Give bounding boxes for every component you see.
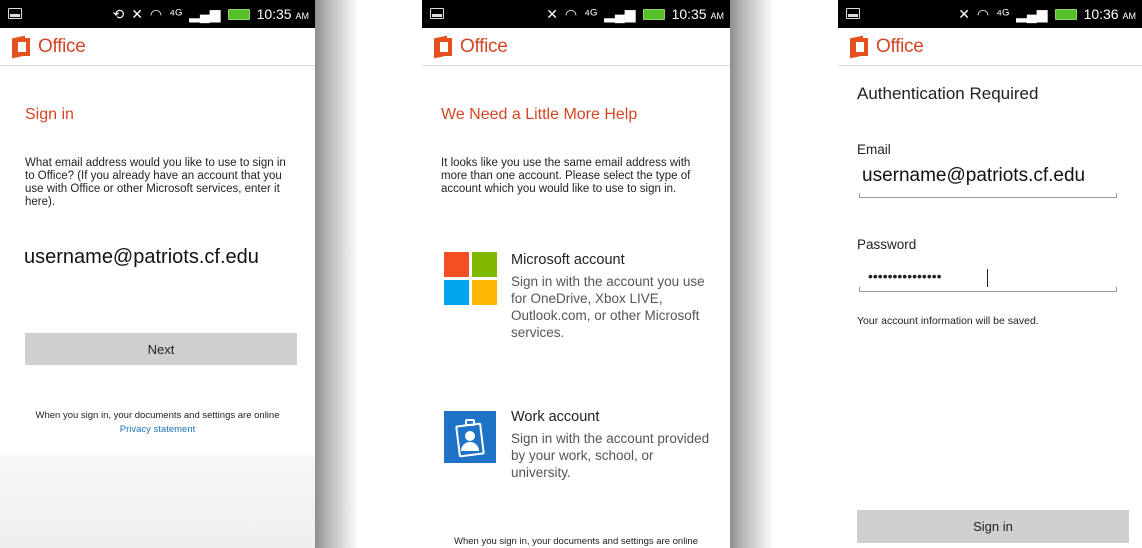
page-title: Authentication Required <box>857 84 1039 103</box>
work-account-option[interactable]: Work account Sign in with the account pr… <box>444 409 722 489</box>
notification-icon <box>430 8 444 19</box>
app-title: Office <box>38 35 86 57</box>
office-logo-icon <box>12 35 32 59</box>
microsoft-account-option[interactable]: Microsoft account Sign in with the accou… <box>444 252 722 352</box>
bluetooth-muted-icon: ✕ <box>546 5 558 22</box>
wifi-icon: ◠ <box>976 5 990 22</box>
wifi-icon: ◠ <box>149 5 163 22</box>
signal-icon: ▂▄▆ <box>1016 5 1048 22</box>
microsoft-account-description: Sign in with the account you use for One… <box>511 274 705 340</box>
sign-in-button[interactable]: Sign in <box>857 510 1129 543</box>
office-logo-icon <box>434 35 454 59</box>
status-time: 10:36 AM <box>1083 6 1136 22</box>
network-4g-icon: ⁴ᴳ <box>169 6 183 22</box>
status-time: 10:35 AM <box>256 6 309 22</box>
work-account-title: Work account <box>511 409 600 425</box>
status-time: 10:35 AM <box>671 6 724 22</box>
microsoft-logo-icon <box>444 252 498 306</box>
signal-icon: ▂▄▆ <box>189 5 221 22</box>
microsoft-account-title: Microsoft account <box>511 252 625 268</box>
network-4g-icon: ⁴ᴳ <box>996 6 1010 22</box>
page-title: Sign in <box>25 106 74 123</box>
status-bar: ✕ ◠ ⁴ᴳ ▂▄▆ 10:36 AM <box>838 0 1142 28</box>
text-cursor <box>987 269 988 287</box>
password-label: Password <box>857 237 917 252</box>
email-input[interactable]: username@patriots.cf.edu <box>24 246 259 269</box>
battery-icon <box>227 8 250 20</box>
status-bar: ✕ ◠ ⁴ᴳ ▂▄▆ 10:35 AM <box>422 0 730 28</box>
battery-icon <box>1054 8 1077 20</box>
bluetooth-muted-icon: ✕ <box>958 5 970 22</box>
password-field[interactable]: ••••••••••••••• <box>868 268 942 284</box>
account-type-screen: ✕ ◠ ⁴ᴳ ▂▄▆ 10:35 AM Office We Need a Lit… <box>422 0 730 548</box>
app-header: Office <box>422 28 730 66</box>
app-header: Office <box>838 28 1142 66</box>
privacy-statement-link[interactable]: Privacy statement <box>0 424 315 435</box>
background-band <box>0 455 315 548</box>
work-account-description: Sign in with the account provided by you… <box>511 431 710 480</box>
office-logo-icon <box>850 35 870 59</box>
screen-shadow <box>730 0 774 548</box>
bluetooth-muted-icon: ✕ <box>131 5 143 22</box>
email-label: Email <box>857 142 891 157</box>
next-button[interactable]: Next <box>25 333 297 365</box>
footer-text: When you sign in, your documents and set… <box>454 536 698 547</box>
network-4g-icon: ⁴ᴳ <box>584 6 598 22</box>
sign-in-screen: ⟲ ✕ ◠ ⁴ᴳ ▂▄▆ 10:35 AM Office Sign in Wha… <box>0 0 315 548</box>
rotate-icon: ⟲ <box>112 5 125 22</box>
help-prompt: It looks like you use the same email add… <box>441 157 691 195</box>
signal-icon: ▂▄▆ <box>604 5 636 22</box>
wifi-icon: ◠ <box>564 5 578 22</box>
footer-text: When you sign in, your documents and set… <box>35 410 280 421</box>
notification-icon <box>846 8 860 19</box>
authentication-screen: ✕ ◠ ⁴ᴳ ▂▄▆ 10:36 AM Office Authenticatio… <box>838 0 1142 548</box>
sign-in-prompt: What email address would you like to use… <box>25 157 286 208</box>
app-title: Office <box>460 35 508 57</box>
notification-icon <box>8 8 22 19</box>
password-field-underline <box>859 287 1117 292</box>
email-field[interactable]: username@patriots.cf.edu <box>862 165 1085 187</box>
email-field-underline <box>859 193 1117 198</box>
id-badge-icon <box>444 411 496 463</box>
status-bar: ⟲ ✕ ◠ ⁴ᴳ ▂▄▆ 10:35 AM <box>0 0 315 28</box>
battery-icon <box>642 8 665 20</box>
screen-shadow <box>315 0 359 548</box>
page-title: We Need a Little More Help <box>441 106 638 123</box>
app-title: Office <box>876 35 924 57</box>
app-header: Office <box>0 28 315 66</box>
save-info-note: Your account information will be saved. <box>857 315 1039 327</box>
